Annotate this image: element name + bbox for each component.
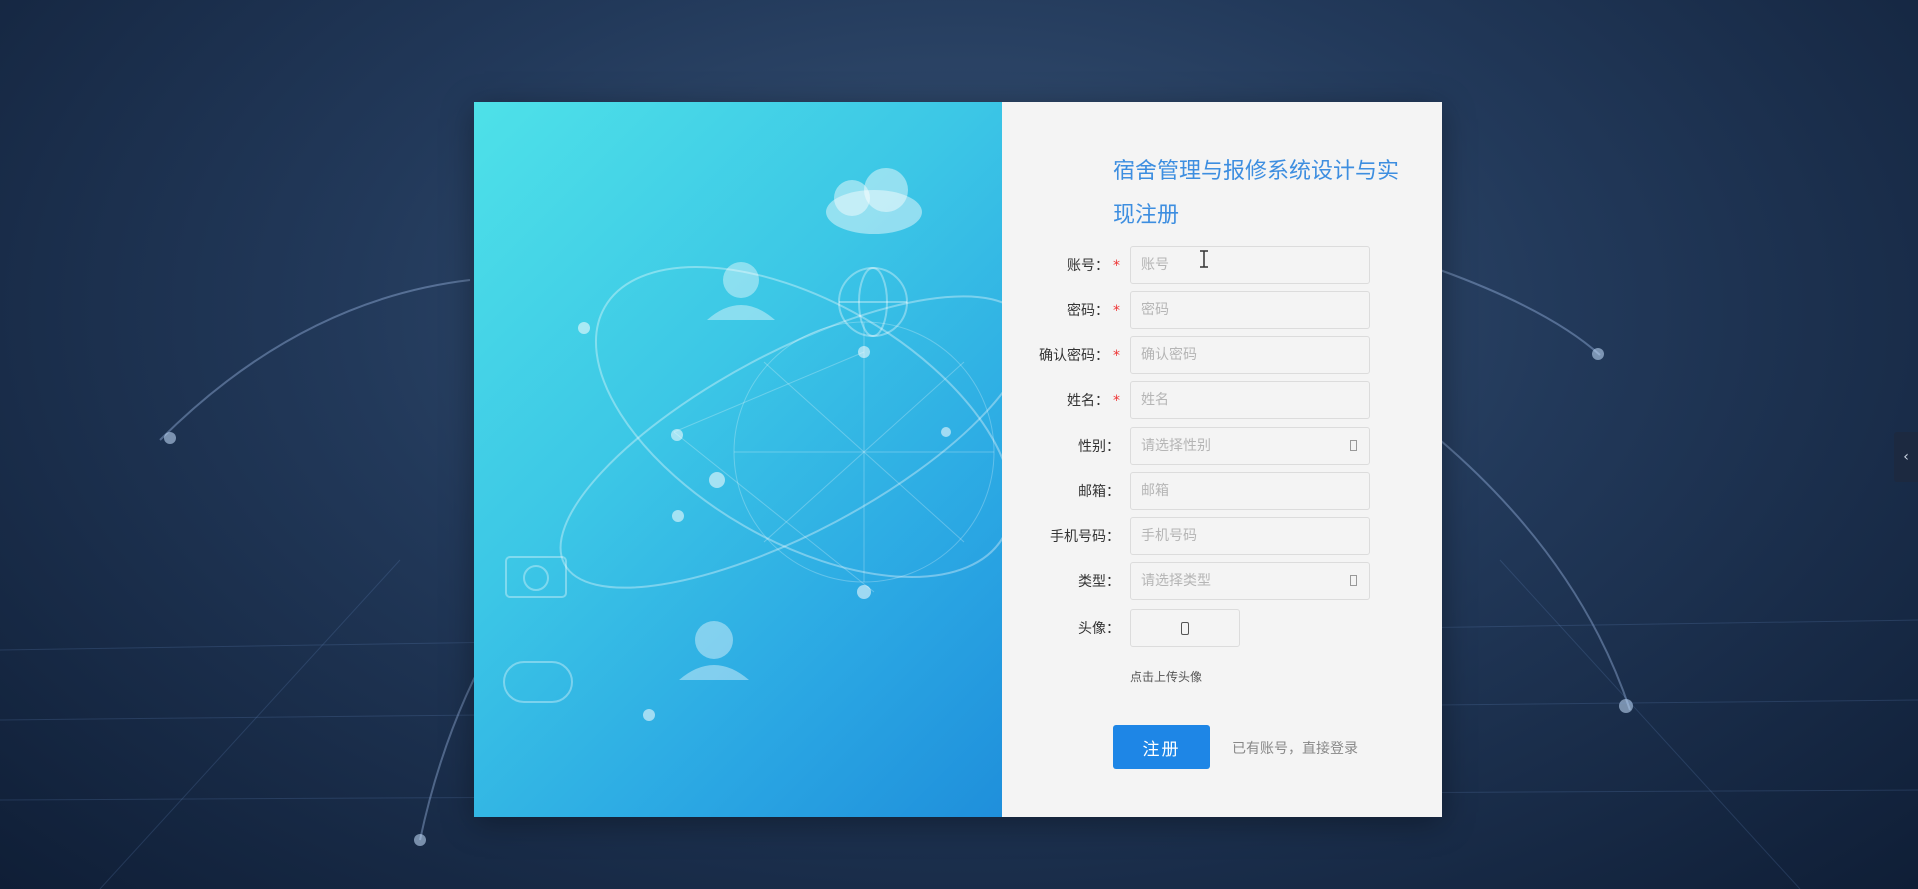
phone-label: 手机号码： — [1050, 529, 1120, 545]
login-link[interactable]: 已有账号，直接登录 — [1232, 738, 1358, 758]
name-input[interactable] — [1130, 381, 1370, 419]
avatar-label: 头像： — [1078, 621, 1120, 637]
dropdown-icon — [1350, 440, 1357, 451]
required-mark: * — [1113, 303, 1120, 319]
phone-input[interactable] — [1130, 517, 1370, 555]
confirm-password-label: 确认密码： * — [1039, 348, 1120, 364]
text-cursor-icon — [1200, 250, 1208, 268]
register-card: 宿舍管理与报修系统设计与实现注册 账号：* 密码：* 确认密码：* 姓名：* 性… — [474, 102, 1442, 817]
confirm-password-input[interactable] — [1130, 336, 1370, 374]
register-form-panel: 宿舍管理与报修系统设计与实现注册 账号：* 密码：* 确认密码：* 姓名：* 性… — [1002, 102, 1442, 817]
type-select-placeholder: 请选择类型 — [1141, 573, 1211, 589]
email-label: 邮箱： — [1078, 484, 1120, 500]
name-label: 姓名： * — [1067, 393, 1120, 409]
page-title: 宿舍管理与报修系统设计与实现注册 — [1113, 159, 1400, 228]
required-mark: * — [1113, 348, 1120, 364]
account-input[interactable] — [1130, 246, 1370, 284]
password-label: 密码： * — [1067, 303, 1120, 319]
account-label: 账号： * — [1067, 258, 1120, 274]
gender-label: 性别： — [1078, 439, 1120, 455]
dropdown-icon — [1350, 575, 1357, 586]
gender-select-placeholder: 请选择性别 — [1141, 438, 1211, 454]
email-input[interactable] — [1130, 472, 1370, 510]
password-input[interactable] — [1130, 291, 1370, 329]
type-label: 类型： — [1078, 574, 1120, 590]
avatar-upload[interactable] — [1130, 609, 1240, 647]
form-row-name: 姓名： * — [1002, 381, 1442, 421]
required-mark: * — [1113, 393, 1120, 409]
form-row-email: 邮箱： — [1002, 472, 1442, 512]
form-row-password: 密码： * — [1002, 291, 1442, 331]
type-select[interactable]: 请选择类型 — [1130, 562, 1370, 600]
decorative-illustration — [474, 102, 1002, 817]
form-row-phone: 手机号码： — [1002, 517, 1442, 557]
chevron-left-icon: ‹ — [1903, 449, 1909, 465]
side-panel-toggle[interactable]: ‹ — [1894, 432, 1918, 482]
register-button[interactable]: 注册 — [1113, 725, 1210, 769]
form-row-type: 类型： 请选择类型 — [1002, 562, 1442, 602]
upload-icon — [1181, 622, 1189, 635]
form-row-gender: 性别： 请选择性别 — [1002, 427, 1442, 467]
required-mark: * — [1113, 258, 1120, 274]
gender-select[interactable]: 请选择性别 — [1130, 427, 1370, 465]
upload-hint: 点击上传头像 — [1130, 670, 1203, 684]
form-row-avatar: 头像： — [1002, 609, 1442, 649]
form-row-account: 账号： * — [1002, 246, 1442, 286]
form-row-confirm-password: 确认密码： * — [1002, 336, 1442, 376]
